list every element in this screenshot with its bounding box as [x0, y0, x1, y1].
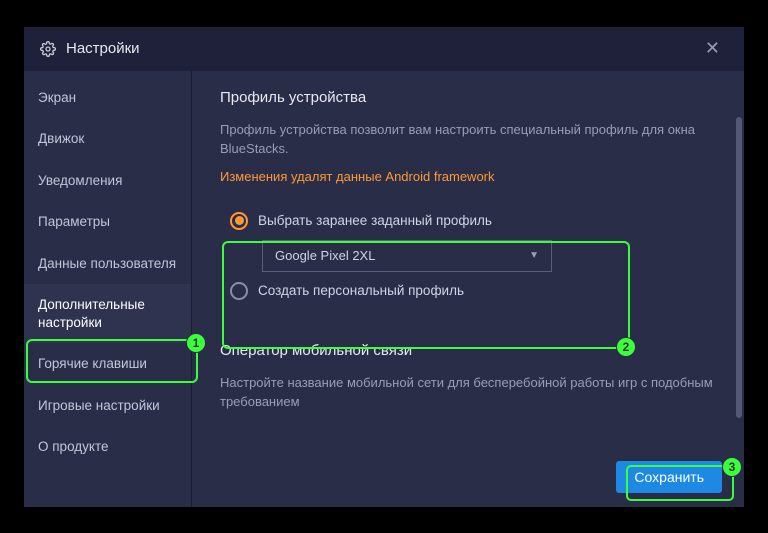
carrier-title: Оператор мобильной связи: [220, 342, 716, 359]
settings-window: Настройки ✕ Экран Движок Уведомления Пар…: [24, 27, 744, 507]
sidebar-item-hotkeys[interactable]: Горячие клавиши: [24, 343, 191, 385]
titlebar: Настройки ✕: [24, 27, 744, 71]
profile-selection-box: Выбрать заранее заданный профиль Google …: [220, 198, 716, 316]
sidebar-item-screen[interactable]: Экран: [24, 77, 191, 119]
content-panel: Профиль устройства Профиль устройства по…: [192, 71, 744, 507]
radio-preset-label: Выбрать заранее заданный профиль: [258, 213, 492, 228]
window-title: Настройки: [66, 40, 140, 57]
sidebar-item-engine[interactable]: Движок: [24, 118, 191, 160]
sidebar-item-about[interactable]: О продукте: [24, 426, 191, 468]
sidebar-item-parameters[interactable]: Параметры: [24, 201, 191, 243]
preset-profile-value: Google Pixel 2XL: [275, 248, 375, 263]
gear-icon: [40, 41, 56, 57]
framework-warning: Изменения удалят данные Android framewor…: [220, 169, 716, 184]
sidebar-item-game[interactable]: Игровые настройки: [24, 385, 191, 427]
scrollbar-thumb[interactable]: [736, 117, 742, 418]
scrollbar[interactable]: [736, 117, 742, 503]
sidebar-item-notifications[interactable]: Уведомления: [24, 160, 191, 202]
radio-preset-profile[interactable]: [230, 212, 248, 230]
device-profile-title: Профиль устройства: [220, 89, 716, 106]
radio-custom-label: Создать персональный профиль: [258, 283, 464, 298]
save-button[interactable]: Сохранить: [616, 461, 722, 493]
preset-profile-select[interactable]: Google Pixel 2XL ▼: [262, 240, 552, 272]
radio-custom-profile[interactable]: [230, 282, 248, 300]
sidebar-item-userdata[interactable]: Данные пользователя: [24, 243, 191, 285]
sidebar: Экран Движок Уведомления Параметры Данны…: [24, 71, 192, 507]
chevron-down-icon: ▼: [529, 250, 539, 261]
close-icon[interactable]: ✕: [697, 34, 728, 63]
device-profile-desc: Профиль устройства позволит вам настроит…: [220, 120, 716, 159]
sidebar-item-advanced[interactable]: Дополнительные настройки: [24, 284, 191, 343]
carrier-desc: Настройте название мобильной сети для бе…: [220, 373, 716, 412]
